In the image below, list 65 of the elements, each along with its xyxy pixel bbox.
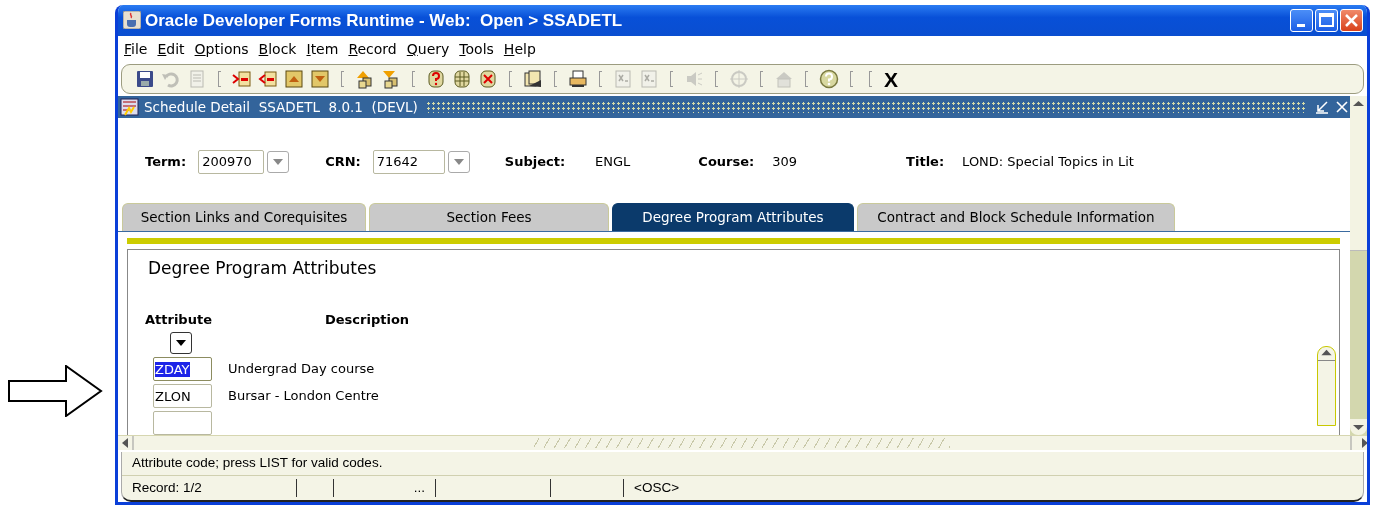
field-value: ENGL	[595, 153, 631, 172]
menu-item[interactable]: File	[124, 38, 148, 60]
window-title: Oracle Developer Forms Runtime - Web: Open > SSADETL	[145, 9, 623, 32]
field-value: LOND: Special Topics in Lit	[962, 153, 1134, 172]
help-icon[interactable]	[819, 69, 839, 90]
menu-item[interactable]: Record	[348, 38, 397, 60]
menu-item[interactable]: Help	[503, 38, 536, 60]
scroll-up-icon[interactable]	[1318, 347, 1335, 361]
printer-icon[interactable]	[568, 69, 588, 90]
query-down-icon[interactable]	[381, 69, 401, 90]
exit-button[interactable]: X	[880, 68, 902, 90]
text-field[interactable]: 200970	[198, 150, 265, 174]
description-text: Undergrad Day course	[228, 360, 375, 379]
field-label: Subject:	[504, 153, 566, 172]
tab[interactable]: Section Fees	[369, 203, 609, 231]
field-label: Title:	[906, 153, 945, 172]
status-message: Attribute code; press LIST for valid codes.	[132, 454, 383, 473]
section-heading: Degree Program Attributes	[148, 257, 378, 280]
tab[interactable]: Section Links and Corequisites	[122, 203, 366, 231]
field-label: CRN:	[325, 153, 361, 172]
description-text: Bursar - London Centre	[228, 387, 379, 406]
column-header: Attribute	[145, 311, 213, 330]
text-field[interactable]: 71642	[372, 150, 445, 174]
attribute-field[interactable]	[153, 411, 212, 435]
previous-block-icon[interactable]	[284, 69, 304, 90]
status-text: <OSC>	[634, 478, 680, 497]
field-label: Term:	[145, 153, 187, 172]
tab[interactable]: Contract and Block Schedule Information	[857, 203, 1175, 231]
coffee-cup-icon	[123, 11, 141, 30]
menu-item[interactable]: Item	[306, 38, 339, 60]
scroll-down-icon[interactable]	[1350, 419, 1367, 435]
next-block-icon[interactable]	[310, 69, 330, 90]
field-value: 309	[772, 153, 798, 172]
caret-icon[interactable]	[176, 340, 186, 346]
documents-icon[interactable]	[523, 69, 543, 90]
scrollbar-thumb[interactable]	[1350, 112, 1367, 251]
query-up-icon[interactable]	[355, 69, 375, 90]
status-text: ...	[413, 478, 425, 497]
menu-item[interactable]: Tools	[459, 38, 494, 60]
scrollbar[interactable]	[1350, 96, 1367, 435]
attribute-field[interactable]: ZLON	[153, 384, 212, 408]
tab[interactable]: Degree Program Attributes	[612, 203, 854, 231]
scrollbar[interactable]	[1317, 346, 1336, 426]
menu-item[interactable]: Options	[194, 38, 249, 60]
scrollbar-grip[interactable]	[534, 438, 950, 448]
field-label: Course:	[698, 153, 755, 172]
floppy-icon[interactable]	[135, 69, 155, 90]
column-header: Description	[325, 311, 410, 330]
remove-record-icon[interactable]	[258, 69, 278, 90]
minimize-icon[interactable]	[1315, 100, 1329, 114]
database-delete-icon[interactable]	[478, 69, 498, 90]
status-text: Record: 1/2	[132, 478, 202, 497]
menu-item[interactable]: Block	[258, 38, 297, 60]
attribute-field[interactable]: ZDAY	[153, 357, 212, 381]
menu-item[interactable]: Edit	[157, 38, 185, 60]
scroll-up-icon[interactable]	[1350, 96, 1367, 112]
menu-item[interactable]: Query	[406, 38, 450, 60]
scrollbar[interactable]	[118, 435, 1367, 450]
insert-record-icon[interactable]	[232, 69, 252, 90]
form-icon	[120, 98, 140, 116]
database-question-icon[interactable]	[426, 69, 446, 90]
database-icon[interactable]	[452, 69, 472, 90]
dropdown-button[interactable]	[170, 332, 192, 354]
close-icon[interactable]	[1335, 100, 1349, 114]
form-title: Schedule Detail SSADETL 8.0.1 (DEVL)	[144, 97, 418, 117]
